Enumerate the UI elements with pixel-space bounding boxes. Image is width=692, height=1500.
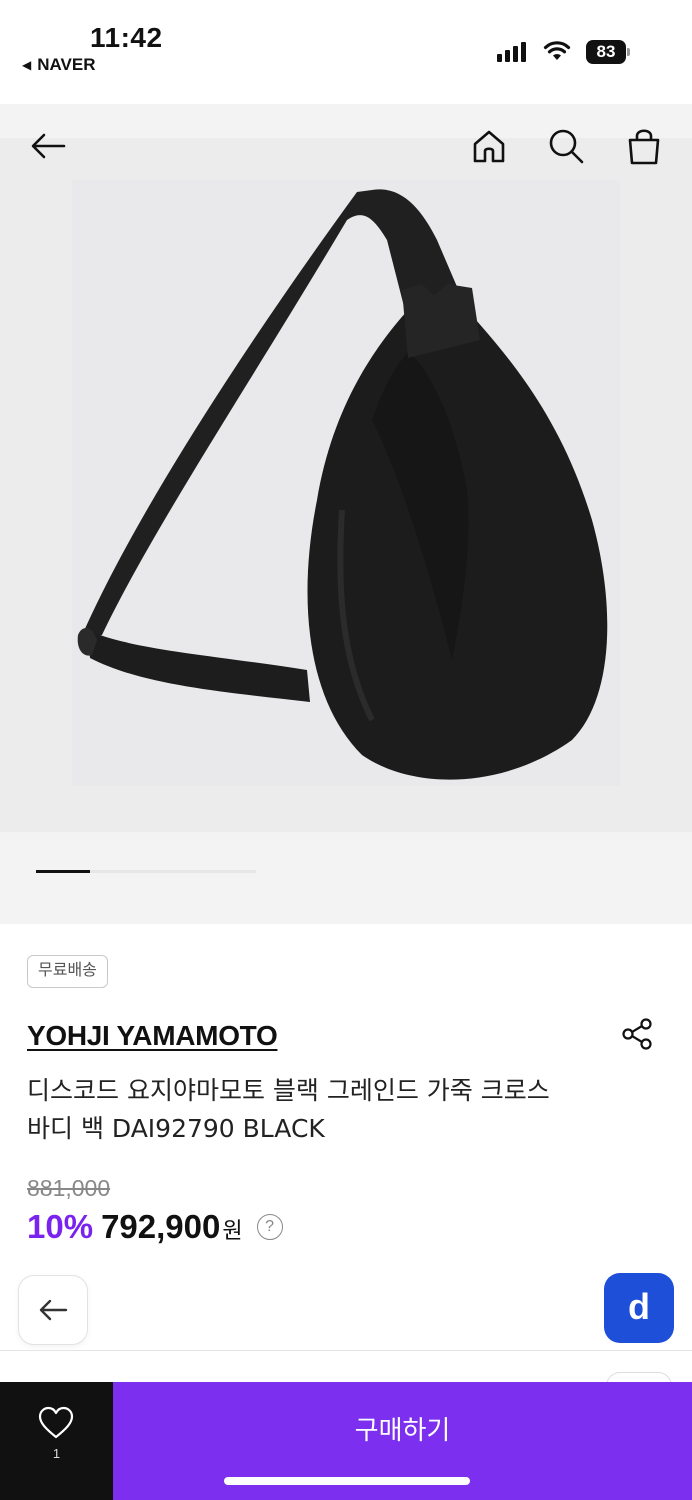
brand-link[interactable]: YOHJI YAMAMOTO — [27, 1020, 278, 1052]
wishlist-button[interactable]: 1 — [0, 1382, 113, 1500]
back-arrow-icon — [39, 1299, 68, 1321]
home-button[interactable] — [467, 124, 511, 168]
free-shipping-badge: 무료배송 — [27, 955, 108, 988]
back-triangle-icon: ◀ — [22, 58, 32, 72]
price-row: 10% 792,900 원 ? — [27, 1208, 283, 1246]
back-to-app-link[interactable]: ◀ NAVER — [22, 55, 95, 75]
sale-price: 792,900 — [101, 1208, 221, 1245]
discount-rate: 10% — [27, 1208, 94, 1245]
currency-unit: 원 — [222, 1219, 243, 1244]
search-button[interactable] — [544, 124, 588, 168]
shopping-bag-icon — [628, 129, 660, 165]
carousel-indicator-active — [36, 870, 90, 873]
status-bar: 11:42 ◀ NAVER 83 — [0, 0, 692, 104]
original-price: 881,000 — [27, 1175, 111, 1201]
cellular-signal-icon — [497, 40, 526, 62]
home-indicator — [224, 1477, 470, 1485]
home-icon — [473, 130, 505, 163]
back-app-label: NAVER — [37, 55, 96, 74]
search-icon — [549, 129, 584, 164]
price-help-icon[interactable]: ? — [256, 1214, 283, 1240]
floating-back-button[interactable] — [18, 1275, 88, 1345]
d-app-button[interactable]: d — [604, 1273, 674, 1343]
battery-icon: 83 — [586, 40, 630, 64]
product-title: 디스코드 요지야마모토 블랙 그레인드 가죽 크로스바디 백 DAI92790 … — [27, 1076, 550, 1143]
product-bag-image — [77, 189, 608, 780]
status-time: 11:42 — [90, 22, 163, 53]
wifi-icon — [543, 41, 571, 60]
section-divider — [0, 1350, 692, 1351]
heart-icon — [38, 1406, 74, 1439]
share-icon[interactable] — [619, 1016, 655, 1052]
cart-button[interactable] — [622, 124, 666, 168]
back-arrow-icon — [31, 133, 66, 159]
back-button[interactable] — [26, 124, 70, 168]
wishlist-count: 1 — [52, 1446, 61, 1461]
battery-level: 83 — [586, 40, 626, 64]
